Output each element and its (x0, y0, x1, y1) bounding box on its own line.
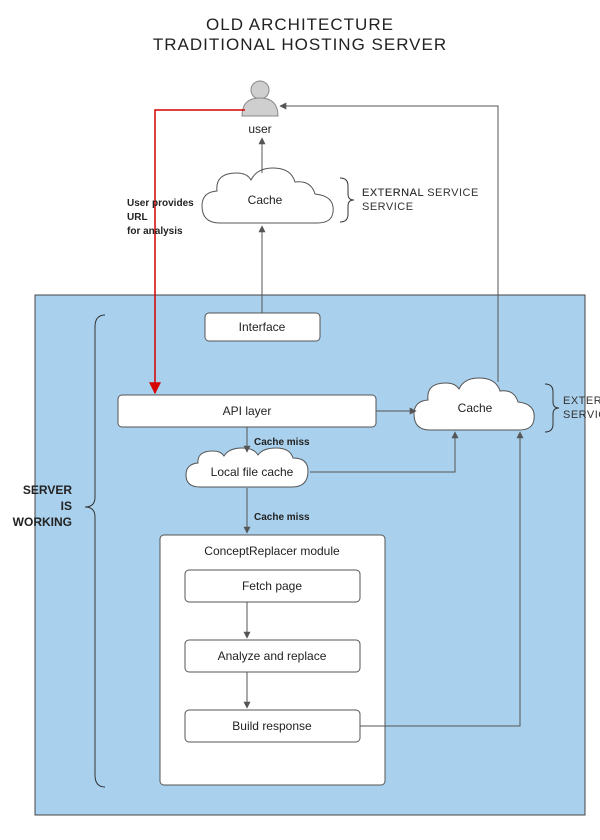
server-working-l3: WORKING (13, 515, 72, 529)
concept-replacer-title: ConceptReplacer module (204, 544, 340, 558)
interface-label: Interface (239, 320, 286, 334)
cache-top-cloud: Cache (202, 168, 333, 223)
user-provides-l1: User provides (127, 198, 194, 209)
local-file-cache-cloud: Local file cache (186, 448, 308, 487)
external-service-top-line2: SERVICE (362, 201, 414, 213)
build-response-label: Build response (232, 719, 312, 733)
external-service-top: EXTERNAL SERVICE (340, 178, 479, 222)
server-working-l1: SERVER (23, 483, 72, 497)
external-service-top-line1: EXTERNAL (362, 187, 424, 199)
user-provides-l2: URL (127, 212, 148, 223)
server-working-l2: IS (61, 499, 72, 513)
cache-top-label: Cache (248, 193, 283, 207)
analyze-replace-label: Analyze and replace (218, 649, 327, 663)
cache-right-label: Cache (458, 401, 493, 415)
title-line2: TRADITIONAL HOSTING SERVER (153, 35, 447, 54)
external-service-right-line2: SERVICE (563, 409, 600, 421)
api-layer-label: API layer (223, 404, 272, 418)
local-file-cache-label: Local file cache (211, 465, 294, 479)
fetch-page-label: Fetch page (242, 579, 302, 593)
cache-miss-1: Cache miss (254, 437, 310, 448)
user-provides-l3: for analysis (127, 226, 183, 237)
external-service-right-line1: EXTERNAL (563, 395, 600, 407)
user-label: user (248, 122, 271, 136)
user-icon (242, 81, 278, 116)
architecture-diagram: OLD ARCHITECTURE TRADITIONAL HOSTING SER… (0, 0, 600, 840)
cache-miss-2: Cache miss (254, 512, 310, 523)
title-line1: OLD ARCHITECTURE (206, 15, 394, 34)
